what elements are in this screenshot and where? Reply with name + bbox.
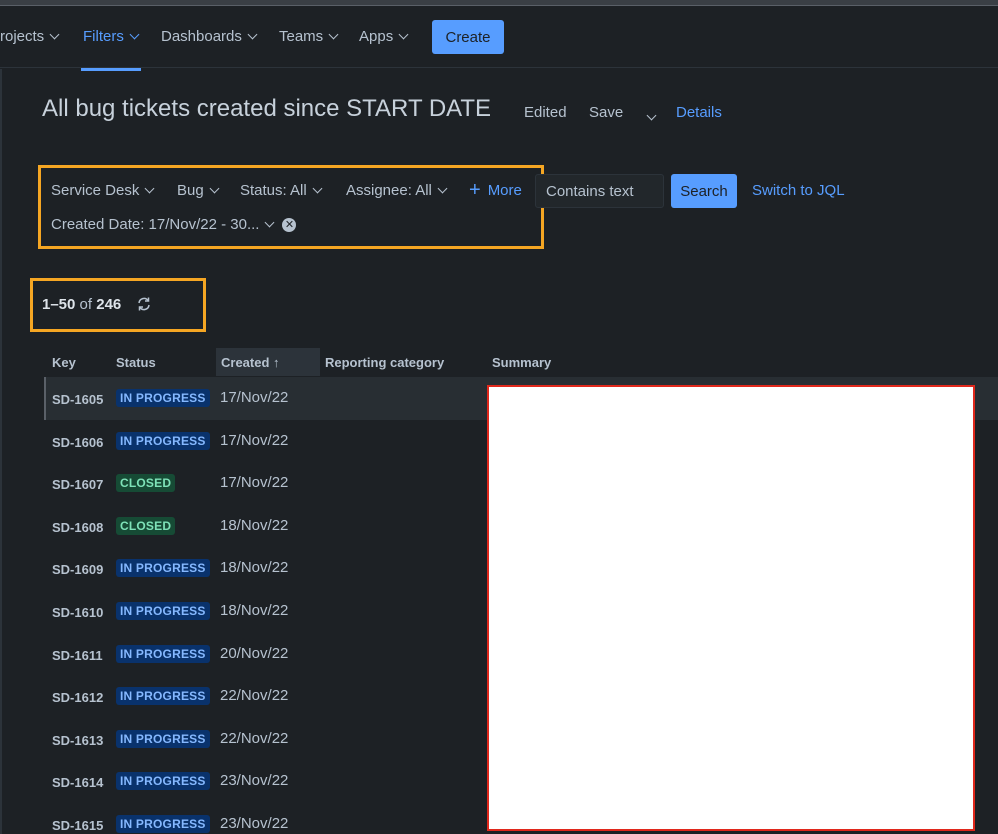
created-date-cell: 17/Nov/22 <box>220 389 289 406</box>
issue-key-link[interactable]: SD-1610 <box>52 605 103 620</box>
result-of: of <box>79 296 93 313</box>
chevron-down-icon <box>144 183 155 194</box>
project-filter[interactable]: Service Desk <box>51 182 155 199</box>
result-total: 246 <box>96 296 122 313</box>
issue-key-link[interactable]: SD-1615 <box>52 818 103 833</box>
sidebar-edge <box>0 69 2 834</box>
nav-projects[interactable]: rojects <box>0 28 60 45</box>
details-button[interactable]: Details <box>676 104 722 121</box>
created-date-cell: 22/Nov/22 <box>220 730 289 747</box>
project-filter-label: Service Desk <box>51 182 140 199</box>
chevron-down-icon <box>49 29 60 40</box>
redacted-summary-area <box>487 385 975 831</box>
status-badge: IN PROGRESS <box>116 389 210 407</box>
chevron-down-icon <box>209 183 220 194</box>
nav-teams[interactable]: Teams <box>279 28 339 45</box>
created-date-cell: 23/Nov/22 <box>220 815 289 832</box>
create-button[interactable]: Create <box>432 20 504 54</box>
contains-text-input[interactable]: Contains text <box>535 174 664 208</box>
chevron-down-icon <box>265 217 275 228</box>
edited-label: Edited <box>524 104 567 121</box>
save-button[interactable]: Save <box>589 104 623 121</box>
created-date-cell: 18/Nov/22 <box>220 559 289 576</box>
status-badge: IN PROGRESS <box>116 772 210 790</box>
nav-dashboards-label: Dashboards <box>161 28 242 45</box>
issue-key-link[interactable]: SD-1608 <box>52 520 103 535</box>
chevron-down-icon <box>437 183 448 194</box>
top-navigation: rojects Filters Dashboards Teams Apps Cr… <box>0 6 998 71</box>
status-badge: IN PROGRESS <box>116 687 210 705</box>
issue-key-link[interactable]: SD-1614 <box>52 775 103 790</box>
status-badge: IN PROGRESS <box>116 559 210 577</box>
issue-key-link[interactable]: SD-1609 <box>52 562 103 577</box>
active-tab-indicator <box>81 68 141 71</box>
status-badge: IN PROGRESS <box>116 815 210 833</box>
nav-teams-label: Teams <box>279 28 324 45</box>
chevron-down-icon <box>247 29 258 40</box>
nav-projects-label: rojects <box>0 28 45 45</box>
created-date-filter-label: Created Date: 17/Nov/22 - 30... <box>51 216 260 233</box>
plus-icon: + <box>469 179 481 201</box>
nav-apps-label: Apps <box>359 28 394 45</box>
created-date-cell: 18/Nov/22 <box>220 602 289 619</box>
type-filter-label: Bug <box>177 182 204 199</box>
created-date-cell: 17/Nov/22 <box>220 432 289 449</box>
clear-icon[interactable]: ✕ <box>282 217 297 232</box>
status-badge: IN PROGRESS <box>116 645 210 663</box>
issue-key-link[interactable]: SD-1611 <box>52 648 103 663</box>
page-title: All bug tickets created since START DATE <box>42 95 492 122</box>
result-count: 1–50 of 246 <box>42 296 121 313</box>
column-header-key[interactable]: Key <box>52 355 76 370</box>
created-date-cell: 17/Nov/22 <box>220 474 289 491</box>
column-header-status[interactable]: Status <box>116 355 156 370</box>
column-header-created-label: Created <box>221 355 270 370</box>
sort-ascending-icon: ↑ <box>273 355 280 370</box>
column-header-summary[interactable]: Summary <box>492 355 551 370</box>
created-date-cell: 20/Nov/22 <box>220 645 289 662</box>
more-filters-label: More <box>487 181 522 199</box>
issue-key-link[interactable]: SD-1606 <box>52 435 103 450</box>
chevron-down-icon <box>646 110 657 121</box>
issue-key-link[interactable]: SD-1605 <box>52 392 103 407</box>
filter-highlight-box <box>38 165 544 249</box>
nav-dashboards[interactable]: Dashboards <box>161 28 258 45</box>
refresh-icon[interactable] <box>136 296 152 312</box>
nav-apps[interactable]: Apps <box>359 28 409 45</box>
chevron-down-icon <box>129 29 140 40</box>
assignee-filter[interactable]: Assignee: All <box>346 182 448 199</box>
created-date-filter[interactable]: Created Date: 17/Nov/22 - 30... ✕ <box>51 216 297 233</box>
save-options-button[interactable] <box>646 106 657 124</box>
status-badge: IN PROGRESS <box>116 432 210 450</box>
chevron-down-icon <box>312 183 323 194</box>
assignee-filter-label: Assignee: All <box>346 182 432 199</box>
status-filter[interactable]: Status: All <box>240 182 323 199</box>
issue-key-link[interactable]: SD-1613 <box>52 733 103 748</box>
more-filters-button[interactable]: + More <box>469 180 522 200</box>
status-badge: IN PROGRESS <box>116 730 210 748</box>
status-filter-label: Status: All <box>240 182 307 199</box>
column-header-created[interactable]: Created ↑ <box>221 355 280 370</box>
column-header-reporting-category[interactable]: Reporting category <box>325 355 444 370</box>
chevron-down-icon <box>328 29 339 40</box>
type-filter[interactable]: Bug <box>177 182 220 199</box>
status-badge: CLOSED <box>116 474 176 492</box>
switch-to-jql-link[interactable]: Switch to JQL <box>752 182 845 199</box>
issue-key-link[interactable]: SD-1612 <box>52 690 103 705</box>
status-badge: IN PROGRESS <box>116 602 210 620</box>
created-date-cell: 18/Nov/22 <box>220 517 289 534</box>
search-button[interactable]: Search <box>671 174 737 208</box>
status-badge: CLOSED <box>116 517 176 535</box>
nav-filters[interactable]: Filters <box>83 28 140 45</box>
created-date-cell: 22/Nov/22 <box>220 687 289 704</box>
chevron-down-icon <box>398 29 409 40</box>
created-date-cell: 23/Nov/22 <box>220 772 289 789</box>
result-range: 1–50 <box>42 296 76 313</box>
issue-key-link[interactable]: SD-1607 <box>52 477 103 492</box>
nav-filters-label: Filters <box>83 28 124 45</box>
